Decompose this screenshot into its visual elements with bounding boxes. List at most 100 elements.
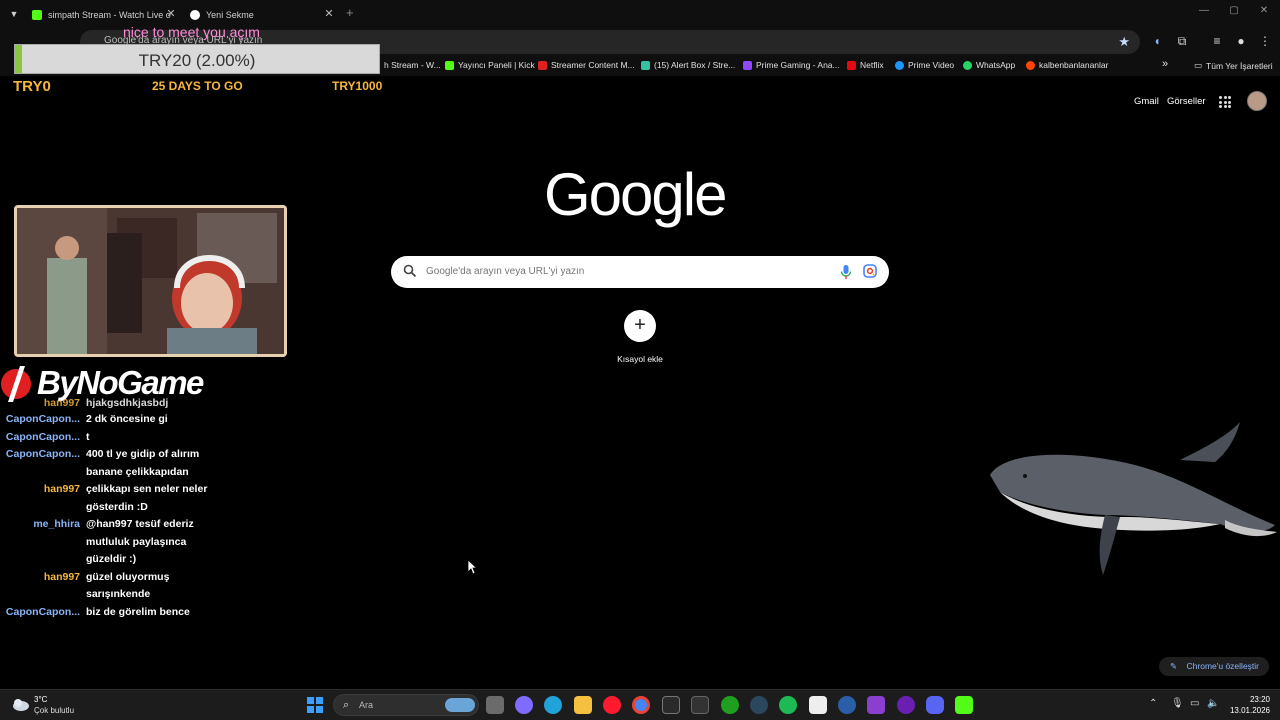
taskbar: 3°C Çok bulutlu ⌕ Ara ⌃ 🎙 ▭ 🔈 23:20 13.0… [0, 689, 1280, 720]
add-shortcut-button[interactable]: + [624, 310, 656, 342]
amazon-icon[interactable] [691, 696, 709, 714]
opera-icon[interactable] [603, 696, 621, 714]
steam-icon[interactable] [750, 696, 768, 714]
bookmark-item[interactable]: Prime Gaming - Ana... [743, 60, 840, 70]
add-shortcut-label[interactable]: Kısayol ekle [600, 354, 680, 364]
windows-start-icon[interactable] [307, 697, 323, 713]
bookmark-item[interactable]: (15) Alert Box / Stre... [641, 60, 735, 70]
file-explorer-icon[interactable] [574, 696, 592, 714]
volume-icon[interactable]: 🔈 [1207, 698, 1219, 709]
avatar[interactable] [1247, 91, 1267, 111]
chat-text: biz de görelim bence [86, 605, 190, 618]
tab-title: Yeni Sekme [206, 10, 254, 20]
task-view-icon[interactable] [486, 696, 504, 714]
spotify-icon[interactable] [779, 696, 797, 714]
mouse-cursor-icon [467, 559, 477, 575]
tab-kick-stream[interactable]: simpath Stream - Watch Live o ✕ [32, 4, 178, 26]
read-aloud-icon[interactable]: ◖ [1149, 33, 1165, 49]
donation-goal-days-left: 25 DAYS TO GO [152, 79, 243, 93]
bookmark-item[interactable]: h Stream - W... [384, 60, 441, 70]
donation-goal-message: nice to meet you açım [123, 24, 260, 40]
chat-text: @han997 tesüf ederiz mutluluk paylaşınca… [86, 518, 194, 565]
search-icon: ⌕ [343, 699, 350, 711]
bookmark-item[interactable]: Yayıncı Paneli | Kick [445, 60, 535, 70]
chat-username: han997 [43, 397, 80, 409]
bookmark-star-icon[interactable]: ★ [1118, 34, 1130, 50]
ubisoft-icon[interactable] [838, 696, 856, 714]
edge-icon[interactable] [544, 696, 562, 714]
donation-goal-max: TRY1000 [332, 79, 383, 93]
chrome-menu-icon[interactable]: ⋮ [1257, 33, 1273, 49]
customize-chrome-button[interactable]: ✎ Chrome'u özelleştir [1159, 657, 1269, 676]
chat-username: han997 [43, 483, 80, 495]
chat-text: çelikkapı sen neler neler gösterdin :D [86, 483, 208, 513]
capcut-icon[interactable] [809, 696, 827, 714]
chat-username: me_hhira [33, 518, 80, 530]
copilot-icon[interactable] [515, 696, 533, 714]
taskbar-search-label: Ara [359, 700, 374, 710]
media-controls-icon[interactable]: ≡ [1209, 33, 1225, 49]
chat-message: han997 çelikkapı sen neler neler gösterd… [0, 481, 240, 516]
chat-username: CaponCapon... [5, 413, 80, 425]
prime-gaming-icon [743, 60, 752, 70]
clipchamp-icon[interactable] [867, 696, 885, 714]
google-apps-icon[interactable] [1219, 96, 1231, 108]
search-input[interactable]: Google'da arayın veya URL'yi yazın [391, 256, 889, 288]
xbox-icon[interactable] [721, 696, 739, 714]
folder-icon: ▭ [1194, 60, 1203, 70]
chat-text: 2 dk öncesine gi [86, 413, 168, 425]
bookmark-label: Prime Gaming - Ana... [756, 60, 840, 70]
minimize-icon[interactable]: — [1194, 5, 1214, 16]
profile-icon[interactable]: ● [1233, 33, 1249, 49]
bookmark-item[interactable]: kalbenbanlananlar [1026, 60, 1108, 70]
weather-description[interactable]: Çok bulutlu [34, 706, 74, 715]
clock-time[interactable]: 23:20 [1244, 695, 1276, 704]
tab-strip: ▼ simpath Stream - Watch Live o ✕ Yeni S… [0, 0, 1280, 27]
bookmark-item[interactable]: Netflix [847, 60, 884, 70]
chat-message: CaponCapon... biz de görelim bence [0, 604, 240, 622]
bookmark-label: kalbenbanlananlar [1039, 60, 1109, 70]
all-bookmarks-folder[interactable]: ▭ Tüm Yer İşaretleri [1194, 60, 1273, 71]
chat-message: CaponCapon... 400 tl ye gidip of alırım … [0, 446, 240, 481]
weather-temperature[interactable]: 3°C [34, 695, 47, 704]
new-tab-icon[interactable]: + [346, 5, 354, 20]
extensions-icon[interactable]: ⧉ [1174, 33, 1190, 49]
maximize-icon[interactable]: ▢ [1224, 5, 1244, 16]
chat-message: CaponCapon... t [0, 429, 240, 447]
kick-icon[interactable] [955, 696, 973, 714]
images-link[interactable]: Görseller [1167, 96, 1206, 107]
chat-text: hjakgsdhkjasbdj [86, 397, 169, 409]
tab-new-tab[interactable]: Yeni Sekme ✕ [190, 4, 336, 26]
microphone-icon[interactable]: 🎙 [1171, 698, 1184, 709]
taskbar-search-input[interactable]: ⌕ Ara [333, 694, 479, 716]
bookmarks-overflow-icon[interactable]: » [1162, 58, 1168, 70]
whatsapp-icon [963, 60, 972, 70]
kick-icon [445, 60, 454, 70]
weather-cloud-icon[interactable] [10, 695, 30, 713]
close-window-icon[interactable]: ✕ [1254, 5, 1274, 16]
clock-date[interactable]: 13.01.2026 [1224, 706, 1276, 715]
obs-icon[interactable] [897, 696, 915, 714]
network-icon[interactable]: ▭ [1190, 698, 1199, 709]
chat-username: CaponCapon... [5, 430, 80, 443]
close-tab-icon[interactable]: ✕ [164, 7, 178, 21]
search-placeholder: Google'da arayın veya URL'yi yazın [426, 266, 585, 277]
chrome-favicon-icon [190, 10, 200, 20]
bookmark-item[interactable]: Prime Video [895, 60, 954, 70]
chat-username: han997 [43, 570, 80, 583]
show-hidden-icons-icon[interactable]: ⌃ [1149, 698, 1157, 709]
discord-icon[interactable] [926, 696, 944, 714]
epic-games-icon[interactable] [662, 696, 680, 714]
google-lens-icon[interactable] [863, 264, 877, 278]
prime-video-icon [895, 60, 904, 70]
close-tab-icon[interactable]: ✕ [322, 7, 336, 21]
bookmark-item[interactable]: WhatsApp [963, 60, 1015, 70]
chrome-icon[interactable] [632, 696, 650, 714]
tab-search-menu-icon[interactable]: ▼ [6, 6, 22, 22]
bookmark-item[interactable]: Streamer Content M... [538, 60, 635, 70]
streamlabs-icon [538, 60, 547, 70]
donation-goal-min: TRY0 [13, 78, 51, 95]
microphone-icon[interactable] [839, 264, 853, 280]
chat-username: CaponCapon... [5, 448, 80, 460]
gmail-link[interactable]: Gmail [1134, 96, 1159, 107]
